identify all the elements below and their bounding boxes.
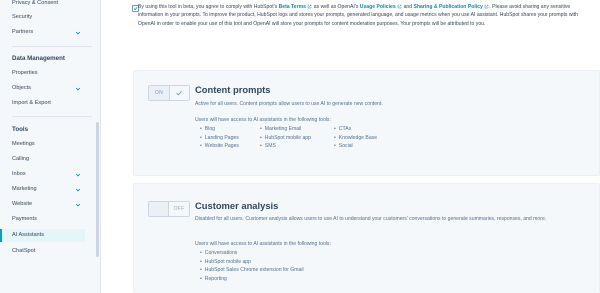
customer-analysis-tools-col1: Conversations HubSpot mobile app HubSpot…: [200, 249, 304, 283]
sidebar-divider: [12, 116, 92, 117]
content-prompts-tools-col1: Blog Landing Pages Website Pages: [200, 125, 239, 151]
list-item: HubSpot mobile app: [200, 258, 304, 267]
sidebar-item-marketing[interactable]: Marketing: [0, 183, 92, 196]
list-item: Marketing Email: [260, 125, 311, 134]
content-prompts-tools-col2: Marketing Email HubSpot mobile app SMS: [260, 125, 311, 151]
sidebar-item-website[interactable]: Website: [0, 198, 92, 211]
list-item: Knowledge Base: [334, 134, 377, 143]
sidebar-scrollbar[interactable]: [96, 122, 99, 257]
customer-analysis-description: Disabled for all users. Customer analysi…: [195, 216, 547, 222]
content-prompts-title: Content prompts: [195, 84, 271, 95]
content-prompts-tools-intro: Users will have access to AI assistants …: [195, 117, 331, 123]
customer-analysis-card: OFF Customer analysis Disabled for all u…: [133, 183, 600, 293]
usage-policies-link[interactable]: Usage Policies: [360, 4, 396, 10]
sidebar-section-tools: Tools: [12, 126, 29, 133]
sidebar-item-security[interactable]: Security: [0, 11, 92, 24]
list-item: HubSpot mobile app: [260, 134, 311, 143]
chevron-down-icon: [74, 85, 82, 93]
sidebar-item-payments[interactable]: Payments: [0, 213, 92, 226]
customer-analysis-tools-intro: Users will have access to AI assistants …: [195, 241, 331, 247]
list-item: HubSpot Sales Chrome extension for Gmail: [200, 266, 304, 275]
list-item: Conversations: [200, 249, 304, 258]
sidebar-item-import-export[interactable]: Import & Export: [0, 97, 92, 110]
list-item: Website Pages: [200, 142, 239, 151]
sidebar-item-properties[interactable]: Properties: [0, 67, 92, 80]
content-prompts-tools-col3: CTAs Knowledge Base Social: [334, 125, 377, 151]
chevron-down-icon: [74, 29, 82, 37]
chevron-down-icon: [74, 186, 82, 194]
sidebar-item-calling[interactable]: Calling: [0, 153, 92, 166]
list-item: Reporting: [200, 275, 304, 284]
toggle-knob: [149, 202, 170, 216]
sidebar-item-partners[interactable]: Partners: [0, 26, 92, 39]
toggle-state-label: ON: [149, 86, 169, 100]
sidebar-section-data-management: Data Management: [12, 55, 65, 62]
content-prompts-toggle[interactable]: ON: [148, 85, 190, 101]
toggle-state-label: OFF: [169, 202, 189, 216]
check-icon: [168, 86, 189, 100]
content-prompts-card: ON Content prompts Active for all users.…: [133, 70, 600, 176]
content-prompts-description: Active for all users. Content prompts al…: [195, 101, 383, 107]
settings-sidebar: Privacy & Consent Security Partners Data…: [0, 0, 101, 293]
list-item: Landing Pages: [200, 134, 239, 143]
beta-terms-link[interactable]: Beta Terms: [279, 4, 306, 10]
sidebar-divider: [12, 46, 92, 47]
beta-terms-text: By using this tool in beta, you agree to…: [138, 4, 578, 27]
chevron-down-icon: [74, 201, 82, 209]
sidebar-item-meetings[interactable]: Meetings: [0, 138, 92, 151]
chevron-down-icon: [74, 171, 82, 179]
sidebar-item-privacy-consent[interactable]: Privacy & Consent: [0, 0, 92, 10]
list-item: CTAs: [334, 125, 377, 134]
customer-analysis-title: Customer analysis: [195, 200, 279, 211]
sharing-publication-policy-link[interactable]: Sharing & Publication Policy: [414, 4, 483, 10]
sidebar-item-inbox[interactable]: Inbox: [0, 168, 92, 181]
sidebar-item-chatspot[interactable]: ChatSpot: [0, 245, 92, 258]
customer-analysis-toggle[interactable]: OFF: [148, 201, 190, 217]
sidebar-item-ai-assistants[interactable]: AI Assistants: [0, 229, 85, 242]
sidebar-item-objects[interactable]: Objects: [0, 82, 92, 95]
main-content: By using this tool in beta, you agree to…: [101, 0, 600, 293]
list-item: SMS: [260, 142, 311, 151]
list-item: Social: [334, 142, 377, 151]
list-item: Blog: [200, 125, 239, 134]
